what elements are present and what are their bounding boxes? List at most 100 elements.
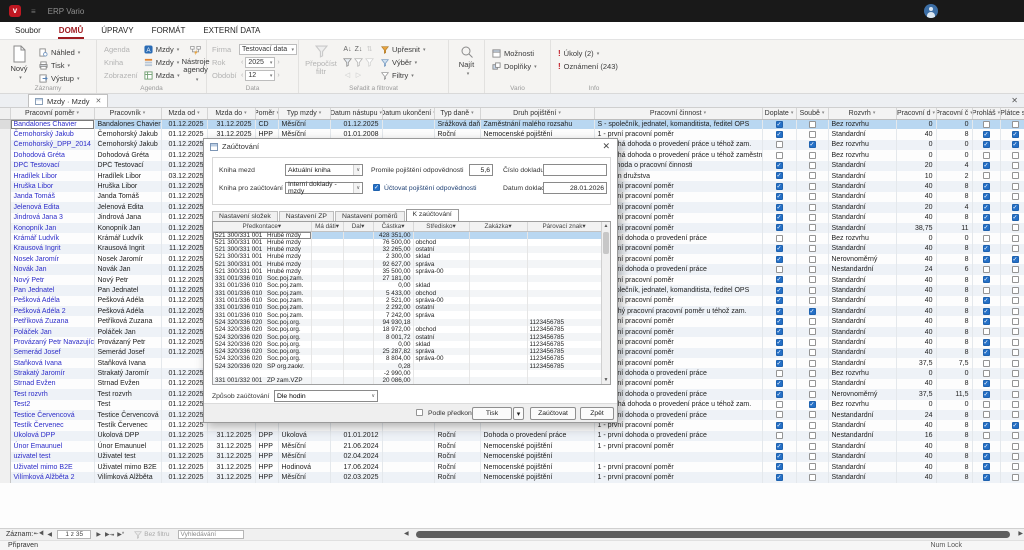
cell-pracovni-dny[interactable]: 40 (896, 452, 936, 462)
cell-rozvrh[interactable]: Standardní (828, 452, 896, 462)
prohlaseni-checkbox[interactable] (983, 121, 990, 128)
zpusob-select[interactable]: Dle hodin∨ (274, 390, 378, 402)
cell-platce[interactable] (1000, 254, 1024, 264)
cell-pracovni-cas[interactable]: 4 (936, 161, 972, 171)
cell-castka[interactable]: 2 292,00 (373, 304, 413, 311)
cell-prohlaseni[interactable] (972, 420, 1000, 430)
cell-castka[interactable]: 0,00 (373, 282, 413, 289)
prohlaseni-checkbox[interactable] (983, 474, 990, 481)
cell-stredisko[interactable]: sklad (413, 253, 469, 260)
soubeh-checkbox[interactable] (809, 276, 816, 283)
obdobi-select[interactable]: 12▾ (245, 70, 275, 81)
column-header[interactable]: Doplate▾ (762, 108, 796, 119)
cell-pracovnik[interactable]: Staňková Ivana (94, 358, 161, 368)
platce-checkbox[interactable] (1012, 256, 1019, 263)
posting-row[interactable]: 331 001/336 010Soc.poj.zam. 2 521,00 spr… (213, 297, 601, 304)
column-header[interactable]: Typ daně▾ (434, 108, 480, 119)
cell-doplatek[interactable] (762, 223, 796, 233)
posting-row[interactable]: 524 320/336 020Soc.poj.org. 0,00 sklad 1… (213, 341, 601, 348)
cell-pracovni-cinnost[interactable]: 1 - první dohoda o provedení práce (594, 368, 762, 378)
cell-dal[interactable] (343, 377, 373, 384)
sort-asc-icon[interactable]: A↓ (343, 46, 351, 53)
cell-ma-dati[interactable] (311, 326, 343, 333)
row-selector[interactable] (0, 150, 10, 160)
soubeh-checkbox[interactable] (809, 204, 816, 211)
cell-pracovnik[interactable]: Test rozvrh (94, 389, 161, 399)
posting-row[interactable]: 331 001/336 010Soc.poj.zam. 5 433,00 obc… (213, 290, 601, 297)
cell-stredisko[interactable]: správa (413, 348, 469, 355)
cell-typ-dane[interactable]: Roční (434, 452, 480, 462)
cell-doplatek[interactable] (762, 431, 796, 441)
column-header[interactable]: Mzda od▾ (161, 108, 207, 119)
row-selector[interactable] (0, 389, 10, 399)
cell-zakazka[interactable] (469, 355, 527, 362)
datasheet-close-icon[interactable]: ✕ (1011, 96, 1018, 105)
cell-mzda-od[interactable]: 01.12.2025 (161, 410, 207, 420)
soubeh-checkbox[interactable] (809, 453, 816, 460)
cell-doplatek[interactable] (762, 140, 796, 150)
cell-castka[interactable]: 18 972,00 (373, 326, 413, 333)
cell-mzda-od[interactable]: 11.12.2025 (161, 244, 207, 254)
prohlaseni-checkbox[interactable] (983, 370, 990, 377)
cell-pracovni-pomer[interactable]: Strnad Evžen (10, 379, 94, 389)
table-row[interactable]: Vilímková Alžběta 2 Vilímková Alžběta 01… (0, 472, 1024, 482)
cell-pracovni-dny[interactable]: 24 (896, 410, 936, 420)
cell-platce[interactable] (1000, 140, 1024, 150)
cell-pracovnik[interactable]: Petříková Zuzana (94, 316, 161, 326)
doplatek-checkbox[interactable] (776, 380, 783, 387)
cell-ma-dati[interactable] (311, 275, 343, 282)
first-record-button[interactable]: ⯬◀ (33, 531, 44, 538)
cell-stredisko[interactable] (413, 370, 469, 377)
cell-prohlaseni[interactable] (972, 316, 1000, 326)
cell-mzda-od[interactable]: 01.12.2025 (161, 192, 207, 202)
cell-zakazka[interactable] (469, 319, 527, 326)
cell-pracovnik[interactable]: Černohorský Jakub (94, 140, 161, 150)
cell-prohlaseni[interactable] (972, 161, 1000, 171)
cell-stredisko[interactable] (413, 363, 469, 370)
cell-mzda-od[interactable]: 01.12.2025 (161, 119, 207, 129)
cell-platce[interactable] (1000, 400, 1024, 410)
cell-datum-nastupu[interactable]: 17.06.2024 (330, 462, 382, 472)
cell-stredisko[interactable] (413, 231, 469, 239)
row-selector[interactable] (0, 285, 10, 295)
soubeh-checkbox[interactable] (809, 256, 816, 263)
cell-pracovni-dny[interactable]: 40 (896, 296, 936, 306)
cell-rozvrh[interactable]: Standardní (828, 441, 896, 451)
scroll-up-icon[interactable]: ▲ (602, 223, 610, 229)
cell-dal[interactable] (343, 311, 373, 318)
column-header[interactable]: Typ mzdy▾ (278, 108, 330, 119)
prohlaseni-checkbox[interactable] (983, 391, 990, 398)
doplatek-checkbox[interactable] (776, 152, 783, 159)
column-header[interactable]: Prohláš▾ (972, 108, 1000, 119)
platce-checkbox[interactable] (1012, 463, 1019, 470)
cell-parovaci-znak[interactable] (527, 370, 601, 377)
cell-predkontace[interactable]: 524 320/336 020Soc.poj.org. (213, 355, 311, 362)
cell-soubeh[interactable] (796, 327, 828, 337)
cell-prohlaseni[interactable] (972, 327, 1000, 337)
cell-mzda-od[interactable]: 01.12.2025 (161, 285, 207, 295)
cell-pracovni-dny[interactable]: 0 (896, 119, 936, 129)
soubeh-checkbox[interactable] (809, 245, 816, 252)
cell-typ-mzdy[interactable]: Měsíční (278, 452, 330, 462)
cell-mzda-od[interactable]: 01.12.2025 (161, 316, 207, 326)
cell-pracovni-cinnost[interactable]: 1 - první pracovní poměr (594, 296, 762, 306)
cell-pracovni-cas[interactable]: 8 (936, 213, 972, 223)
doplatek-checkbox[interactable] (776, 245, 783, 252)
cell-prohlaseni[interactable] (972, 410, 1000, 420)
cell-doplatek[interactable] (762, 472, 796, 482)
soubeh-checkbox[interactable] (809, 297, 816, 304)
soubeh-checkbox[interactable] (809, 308, 816, 315)
cell-mzda-od[interactable]: 01.12.2025 (161, 275, 207, 285)
cell-mzda-od[interactable]: 01.12.2025 (161, 337, 207, 347)
cell-soubeh[interactable] (796, 441, 828, 451)
cell-ma-dati[interactable] (311, 341, 343, 348)
cell-zakazka[interactable] (469, 231, 527, 239)
cell-pracovnik[interactable]: DPČ Testovací (94, 161, 161, 171)
cell-dal[interactable] (343, 326, 373, 333)
cell-pracovni-dny[interactable]: 40 (896, 244, 936, 254)
cell-pracovnik[interactable]: Bandalones Chavier (94, 119, 161, 129)
cell-doplatek[interactable] (762, 452, 796, 462)
cell-rozvrh[interactable]: Standardní (828, 181, 896, 191)
cell-predkontace[interactable]: 521 300/331 001Hrubé mzdy (213, 253, 311, 260)
platce-checkbox[interactable] (1012, 411, 1019, 418)
